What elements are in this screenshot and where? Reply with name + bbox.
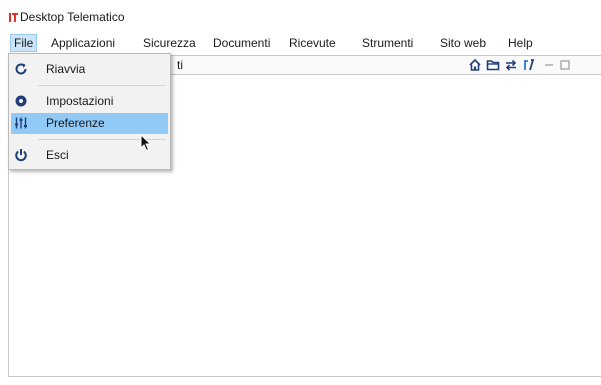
menu-documenti[interactable]: Documenti bbox=[210, 34, 273, 52]
menu-help[interactable]: Help bbox=[505, 34, 536, 52]
menu-applicazioni[interactable]: Applicazioni bbox=[48, 34, 118, 52]
menu-separator bbox=[38, 85, 166, 86]
menu-bar: File Applicazioni Sicurezza Documenti Ri… bbox=[0, 34, 601, 52]
menu-item-label: Esci bbox=[46, 148, 69, 162]
menu-item-label: Riavvia bbox=[46, 62, 86, 76]
toolbar-tab-label[interactable]: ti bbox=[177, 57, 183, 73]
menu-file[interactable]: File bbox=[10, 34, 38, 52]
menu-sicurezza[interactable]: Sicurezza bbox=[140, 34, 199, 52]
power-icon bbox=[15, 149, 27, 162]
minimize-icon[interactable] bbox=[542, 58, 556, 72]
tool-icon[interactable] bbox=[522, 58, 536, 72]
restore-icon[interactable] bbox=[558, 58, 572, 72]
menu-item-label: Impostazioni bbox=[46, 94, 114, 108]
menu-item-preferenze[interactable]: Preferenze bbox=[11, 113, 168, 134]
settings-icon bbox=[15, 95, 27, 107]
app-logo-icon bbox=[9, 13, 18, 22]
sliders-icon bbox=[15, 117, 27, 129]
menu-ricevute[interactable]: Ricevute bbox=[286, 34, 339, 52]
folder-icon[interactable] bbox=[486, 58, 500, 72]
mouse-cursor-icon bbox=[140, 134, 152, 152]
window-title: Desktop Telematico bbox=[20, 10, 125, 24]
sync-arrows-icon[interactable] bbox=[504, 58, 518, 72]
menu-sito-web[interactable]: Sito web bbox=[437, 34, 489, 52]
menu-item-riavvia[interactable]: Riavvia bbox=[11, 59, 168, 80]
menu-item-impostazioni[interactable]: Impostazioni bbox=[11, 91, 168, 112]
home-icon[interactable] bbox=[468, 58, 482, 72]
title-bar: Desktop Telematico bbox=[0, 0, 601, 32]
menu-item-label: Preferenze bbox=[46, 116, 105, 130]
restart-icon bbox=[15, 63, 27, 75]
menu-strumenti[interactable]: Strumenti bbox=[359, 34, 416, 52]
file-menu-dropdown: Riavvia Impostazioni Preferenze Esci bbox=[8, 53, 171, 170]
